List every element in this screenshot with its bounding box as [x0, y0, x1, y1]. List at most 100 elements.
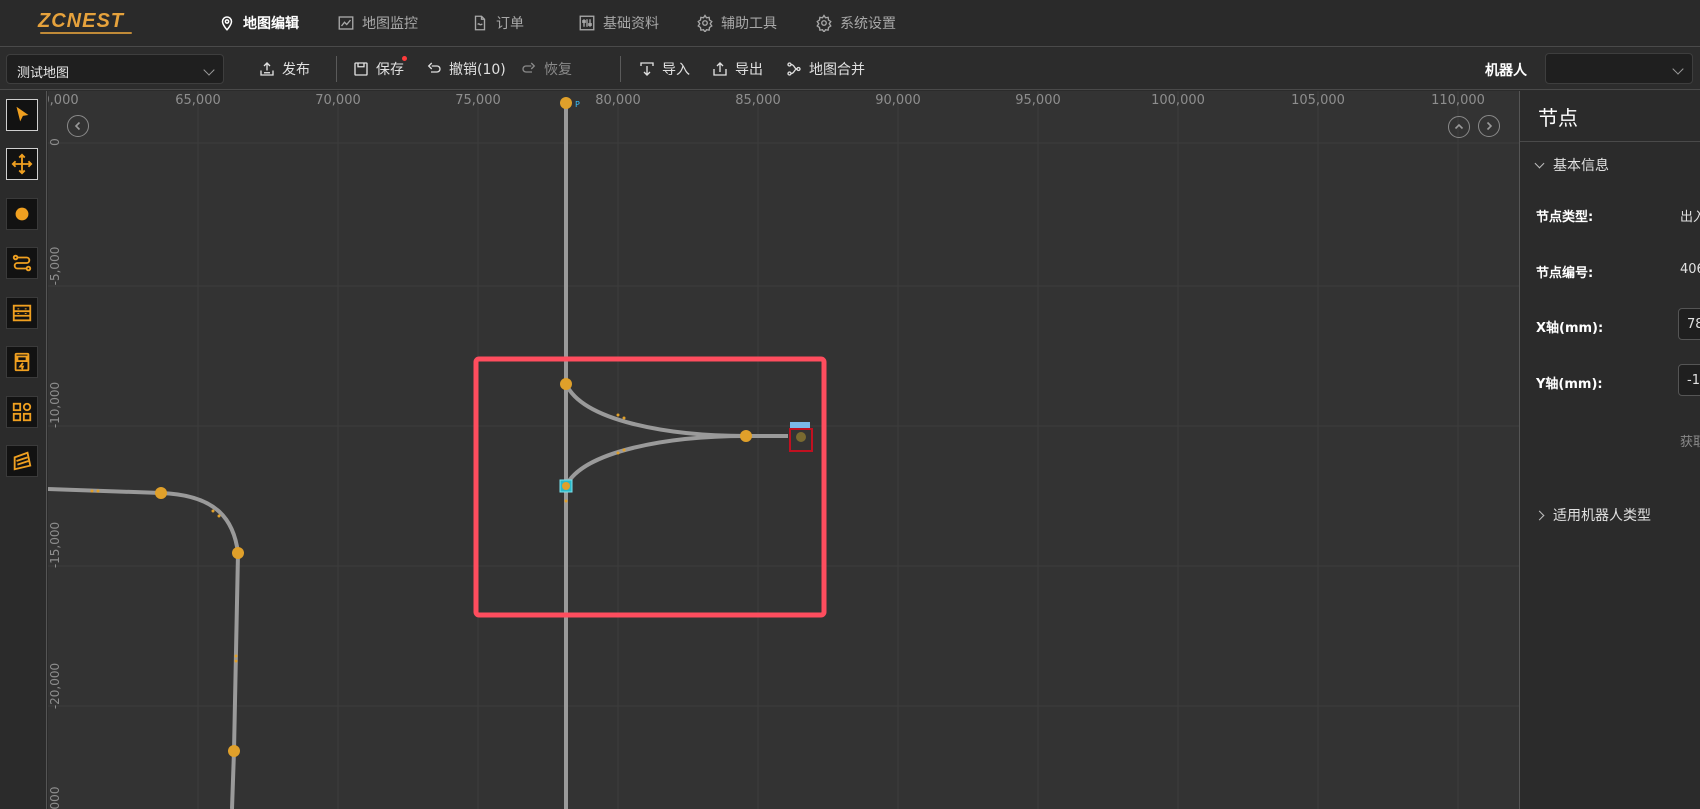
undo-label: 撤销(10)	[449, 62, 506, 78]
select-tool[interactable]	[6, 99, 38, 131]
left-curve-path[interactable]	[48, 487, 241, 809]
robot-label: 机器人	[1485, 63, 1527, 79]
redo-icon	[522, 62, 536, 73]
node-dot-icon	[15, 207, 29, 221]
map-select-value: 测试地图	[17, 66, 70, 81]
scroll-left-button[interactable]	[67, 115, 89, 137]
gear-icon	[697, 14, 713, 32]
nav-basic-data[interactable]: 基础资料	[578, 12, 659, 34]
redo-button[interactable]: 恢复	[520, 58, 572, 80]
publish-icon	[260, 62, 274, 76]
map-node[interactable]	[560, 378, 572, 390]
undo-button[interactable]: 撤销(10)	[425, 58, 506, 80]
path-tool[interactable]	[6, 247, 38, 279]
chart-line-icon	[338, 16, 354, 30]
selected-node-dot	[562, 482, 570, 490]
import-icon	[640, 62, 654, 76]
nav-map-monitor[interactable]: 地图监控	[337, 12, 418, 34]
panel-title: 节点	[1538, 106, 1578, 130]
robot-types-section-toggle[interactable]: 适用机器人类型	[1534, 505, 1651, 525]
map-node[interactable]	[560, 97, 572, 109]
basic-info-section-toggle[interactable]: 基本信息	[1534, 155, 1609, 175]
nav-label: 地图编辑	[243, 16, 299, 32]
export-button[interactable]: 导出	[711, 58, 763, 80]
map-merge-button[interactable]: 地图合并	[785, 58, 865, 80]
paths	[48, 103, 788, 809]
map-pin-icon	[221, 16, 233, 31]
nav-label: 系统设置	[840, 16, 896, 32]
area-tool[interactable]	[6, 445, 38, 477]
upper-curve-path[interactable]	[564, 383, 788, 438]
nav-aux-tools[interactable]: 辅助工具	[696, 12, 777, 34]
map-node[interactable]	[228, 745, 240, 757]
map-drawing[interactable]: P	[48, 91, 1519, 809]
x-tick: 85,000	[735, 93, 781, 108]
merge-icon	[787, 62, 801, 76]
move-arrows-icon	[11, 153, 33, 175]
chevron-down-icon	[1672, 63, 1684, 75]
fetch-coordinates-link[interactable]: 获取	[1680, 431, 1700, 450]
scroll-up-button[interactable]	[1448, 116, 1470, 138]
save-button[interactable]: 保存	[352, 56, 407, 80]
nodes	[155, 97, 752, 757]
toolbar-divider	[620, 56, 621, 82]
scroll-right-button[interactable]	[1478, 115, 1500, 137]
grid-lines	[48, 91, 1519, 809]
nav-orders[interactable]: 订单	[471, 12, 524, 34]
nav-label: 订单	[496, 16, 524, 32]
cursor-icon	[16, 106, 29, 122]
logo-swoosh	[40, 32, 132, 34]
path-route-icon	[12, 254, 32, 272]
chevron-right-icon	[1486, 121, 1493, 131]
node-id-label: 节点编号:	[1536, 266, 1594, 281]
import-button[interactable]: 导入	[638, 58, 690, 80]
y-tick: -5,000	[48, 246, 62, 286]
station-dot	[796, 432, 806, 442]
undo-icon	[427, 62, 441, 73]
top-nav-bar: ZCNEST 地图编辑 地图监控 订单 基础资料 辅助工具 系统设置	[0, 0, 1700, 47]
area-icon	[13, 451, 32, 471]
nav-map-edit[interactable]: 地图编辑	[218, 12, 299, 34]
components-icon	[12, 402, 32, 422]
lower-curve-path[interactable]	[564, 434, 747, 487]
left-tool-bar	[0, 91, 47, 809]
shelf-icon	[12, 304, 32, 322]
document-icon	[474, 15, 486, 31]
map-node[interactable]	[155, 487, 167, 499]
chevron-down-icon	[1534, 158, 1545, 169]
x-axis-input[interactable]: 78	[1678, 308, 1700, 340]
zcnest-logo[interactable]: ZCNEST	[38, 10, 132, 34]
nav-system-settings[interactable]: 系统设置	[815, 12, 896, 34]
highlight-box	[473, 356, 827, 618]
shelf-tool[interactable]	[6, 297, 38, 329]
nav-label: 地图监控	[362, 16, 418, 32]
x-tick: 0,000	[48, 93, 79, 108]
y-axis-input[interactable]: -1	[1678, 364, 1700, 396]
component-tool[interactable]	[6, 396, 38, 428]
node-type-value[interactable]: 出入	[1680, 206, 1700, 225]
charger-tool[interactable]	[6, 346, 38, 378]
map-node[interactable]	[740, 430, 752, 442]
move-tool[interactable]	[6, 148, 38, 180]
robot-select[interactable]	[1545, 53, 1693, 84]
nav-label: 基础资料	[603, 16, 659, 32]
x-tick: 75,000	[455, 93, 501, 108]
panel-divider	[1520, 141, 1700, 142]
point-marker: P	[575, 100, 580, 109]
map-node[interactable]	[232, 547, 244, 559]
logo-text: ZCNEST	[38, 10, 124, 32]
y-tick: 000	[48, 786, 62, 809]
redo-label: 恢复	[544, 62, 572, 78]
map-select[interactable]: 测试地图	[6, 54, 224, 84]
x-tick: 80,000	[595, 93, 641, 108]
chevron-down-icon	[203, 64, 215, 76]
path-direction-marks	[90, 413, 626, 663]
chevron-right-icon	[1534, 510, 1545, 520]
publish-button[interactable]: 发布	[258, 58, 310, 80]
y-tick: -20,000	[48, 662, 62, 710]
node-tool[interactable]	[6, 198, 38, 230]
map-canvas[interactable]: P 0,000 65,000 70,000 75,000 80,000 85,0…	[48, 91, 1519, 809]
x-tick: 90,000	[875, 93, 921, 108]
sliders-icon	[579, 15, 595, 31]
x-tick: 65,000	[175, 93, 221, 108]
